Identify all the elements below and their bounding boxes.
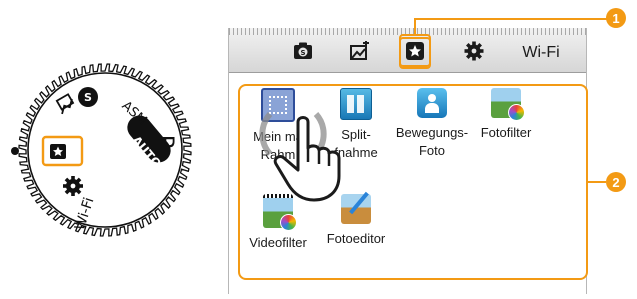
- callout-1-line-horizontal: [414, 18, 607, 20]
- callout-2-badge: 2: [606, 172, 626, 192]
- callout-2-number: 2: [612, 174, 620, 190]
- tab-settings[interactable]: [458, 37, 490, 69]
- svg-text:S: S: [300, 49, 305, 57]
- dial-mode-p: P: [152, 134, 178, 149]
- callout-1-badge: 1: [606, 8, 626, 28]
- tab-wifi-label: Wi-Fi: [522, 44, 560, 61]
- tab-scene[interactable]: [344, 37, 376, 69]
- callout-1-number: 1: [612, 10, 620, 26]
- mode-dial[interactable]: S ASM P AUTO Wi-Fi: [0, 0, 210, 294]
- gear-icon: [464, 41, 484, 66]
- callout-2-frame: [238, 84, 588, 280]
- tab-smart-mode[interactable]: S: [287, 37, 319, 69]
- svg-text:S: S: [84, 91, 92, 104]
- smart-mode-icon: S: [293, 42, 313, 65]
- callout-1-frame: [399, 34, 431, 67]
- mode-dial-graphic: S: [11, 63, 192, 237]
- callout-1-line-vertical: [414, 18, 416, 34]
- tab-wifi[interactable]: Wi-Fi: [511, 37, 571, 69]
- callout-2-line: [588, 181, 606, 183]
- scene-icon: [349, 40, 371, 66]
